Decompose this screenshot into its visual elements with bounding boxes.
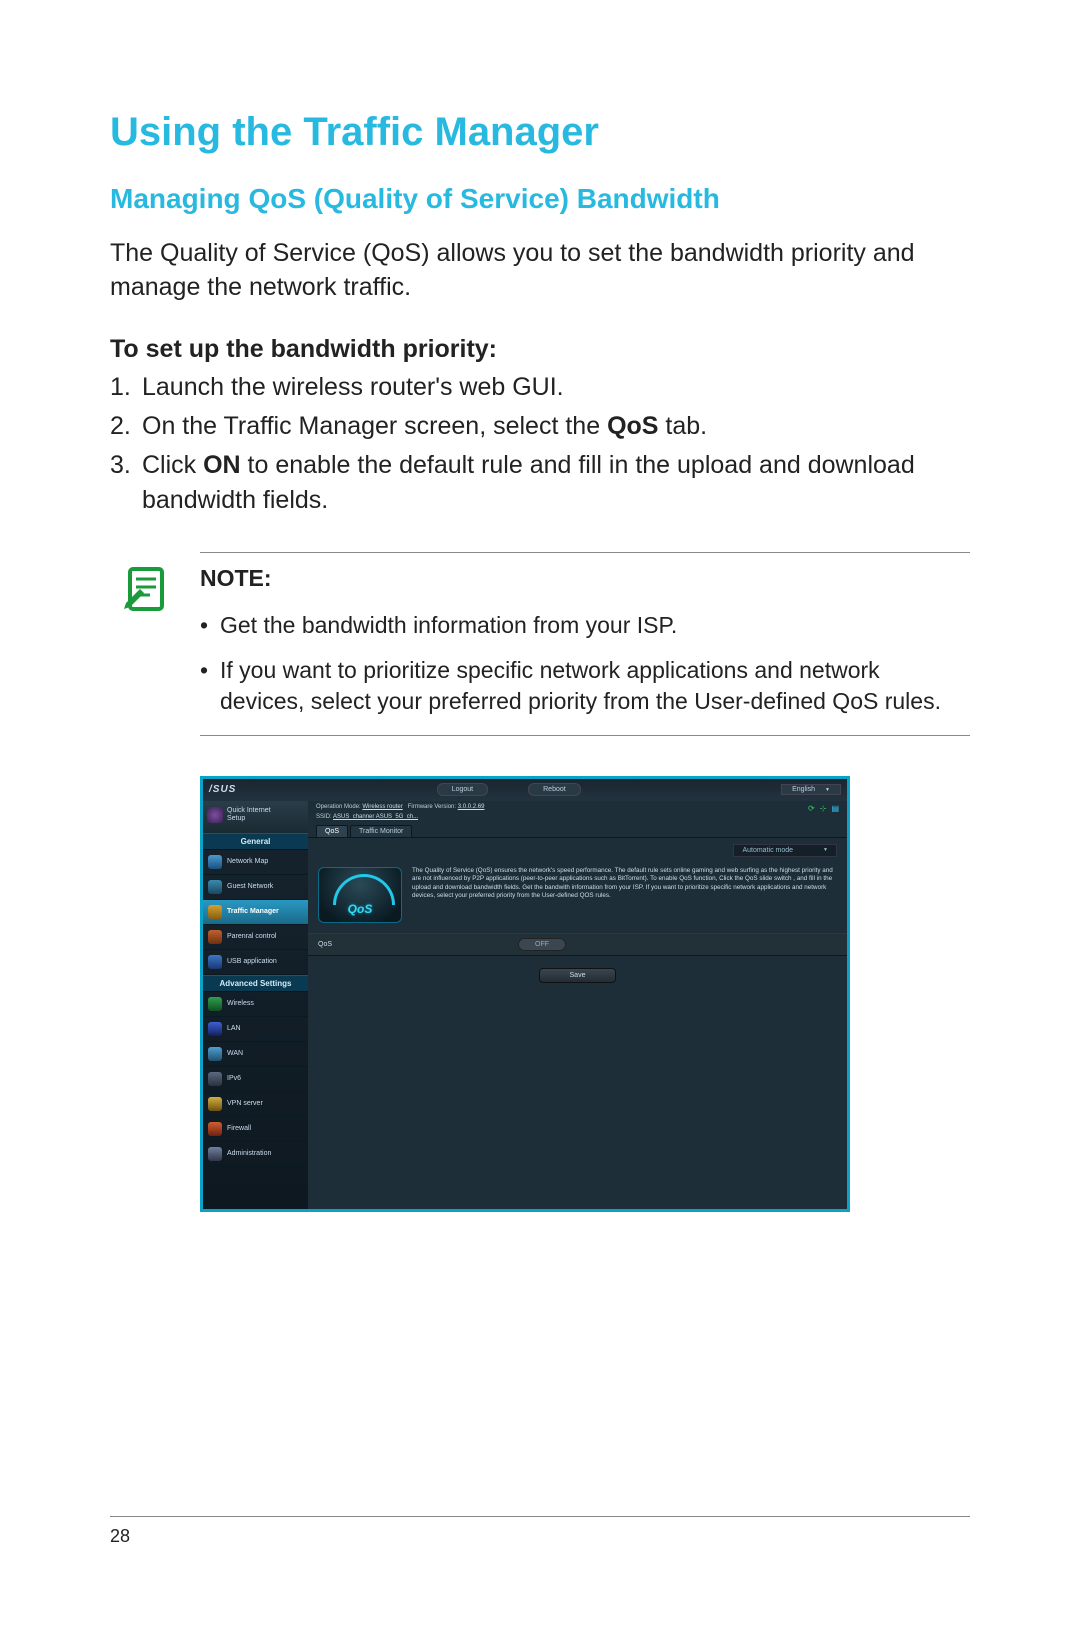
step-item: 1. Launch the wireless router's web GUI.: [110, 370, 970, 405]
network-map-icon: [208, 855, 222, 869]
ssid-line: SSID: ASUS_channer ASUS_5G_ch...: [308, 811, 847, 821]
page-title: Using the Traffic Manager: [110, 110, 970, 155]
sidebar-item-administration[interactable]: Administration: [203, 1142, 308, 1167]
sidebar-item-vpn-server[interactable]: VPN server: [203, 1092, 308, 1117]
qos-badge-icon: QoS: [318, 867, 402, 923]
step-text: Launch the wireless router's web GUI.: [142, 370, 970, 405]
step-number: 1.: [110, 370, 142, 405]
traffic-manager-icon: [208, 905, 222, 919]
quick-setup-icon: [207, 807, 223, 823]
sidebar-item-usb-application[interactable]: USB application: [203, 950, 308, 975]
logout-button[interactable]: Logout: [437, 783, 488, 796]
step-item: 2. On the Traffic Manager screen, select…: [110, 409, 970, 444]
steps-list: 1. Launch the wireless router's web GUI.…: [110, 370, 970, 518]
quick-setup-button[interactable]: Quick Internet Setup: [203, 801, 308, 833]
qos-mode-select[interactable]: Automatic mode: [733, 844, 837, 857]
page-number: 28: [110, 1526, 130, 1547]
intro-paragraph: The Quality of Service (QoS) allows you …: [110, 237, 970, 305]
note-icon: [122, 563, 174, 615]
steps-heading: To set up the bandwidth priority:: [110, 335, 970, 364]
administration-icon: [208, 1147, 222, 1161]
sidebar-item-lan[interactable]: LAN: [203, 1017, 308, 1042]
language-select[interactable]: English: [781, 784, 841, 795]
step-number: 2.: [110, 409, 142, 444]
lan-icon: [208, 1022, 222, 1036]
step-text: Click ON to enable the default rule and …: [142, 448, 970, 518]
sidebar-item-guest-network[interactable]: Guest Network: [203, 875, 308, 900]
ipv6-icon: [208, 1072, 222, 1086]
vpn-icon: [208, 1097, 222, 1111]
qos-description: The Quality of Service (QoS) ensures the…: [412, 867, 837, 923]
sidebar-item-traffic-manager[interactable]: Traffic Manager: [203, 900, 308, 925]
qos-toggle[interactable]: OFF: [518, 938, 566, 951]
status-icons: ⟳ ⊹ ▤: [808, 804, 839, 813]
usb-status-icon: ⊹: [820, 804, 827, 813]
step-item: 3. Click ON to enable the default rule a…: [110, 448, 970, 518]
status-icon: ⟳: [808, 804, 815, 813]
firmware-link[interactable]: 3.0.0.2.69: [458, 804, 485, 810]
parental-control-icon: [208, 930, 222, 944]
wireless-icon: [208, 997, 222, 1011]
qos-toggle-label: QoS: [318, 941, 518, 948]
brand-logo: /SUS: [209, 784, 236, 795]
sidebar-section-general: General: [203, 833, 308, 850]
sidebar-section-advanced: Advanced Settings: [203, 975, 308, 992]
router-screenshot: /SUS Logout Reboot English Quick Interne…: [200, 776, 850, 1212]
operation-mode-link[interactable]: Wireless router: [362, 804, 402, 810]
sidebar: Quick Internet Setup General Network Map…: [203, 801, 308, 1209]
tab-traffic-monitor[interactable]: Traffic Monitor: [350, 825, 412, 837]
sidebar-item-network-map[interactable]: Network Map: [203, 850, 308, 875]
footer-divider: [110, 1516, 970, 1517]
sidebar-item-firewall[interactable]: Firewall: [203, 1117, 308, 1142]
usb-icon: [208, 955, 222, 969]
sidebar-item-wireless[interactable]: Wireless: [203, 992, 308, 1017]
step-number: 3.: [110, 448, 142, 518]
note-label: NOTE:: [200, 565, 970, 592]
ssid-link[interactable]: ASUS_channer ASUS_5G_ch...: [333, 814, 418, 820]
firewall-icon: [208, 1122, 222, 1136]
note-item: •If you want to prioritize specific netw…: [200, 655, 970, 717]
operation-mode-line: Operation Mode: Wireless router Firmware…: [308, 801, 847, 811]
sidebar-item-parental-control[interactable]: Parenral control: [203, 925, 308, 950]
sidebar-item-ipv6[interactable]: IPv6: [203, 1067, 308, 1092]
reboot-button[interactable]: Reboot: [528, 783, 581, 796]
note-block: NOTE: •Get the bandwidth information fro…: [200, 552, 970, 736]
storage-status-icon: ▤: [831, 804, 839, 813]
section-subtitle: Managing QoS (Quality of Service) Bandwi…: [110, 183, 970, 215]
tab-qos[interactable]: QoS: [316, 825, 348, 837]
guest-network-icon: [208, 880, 222, 894]
wan-icon: [208, 1047, 222, 1061]
save-button[interactable]: Save: [539, 968, 617, 983]
step-text: On the Traffic Manager screen, select th…: [142, 409, 970, 444]
sidebar-item-wan[interactable]: WAN: [203, 1042, 308, 1067]
note-item: •Get the bandwidth information from your…: [200, 610, 970, 641]
